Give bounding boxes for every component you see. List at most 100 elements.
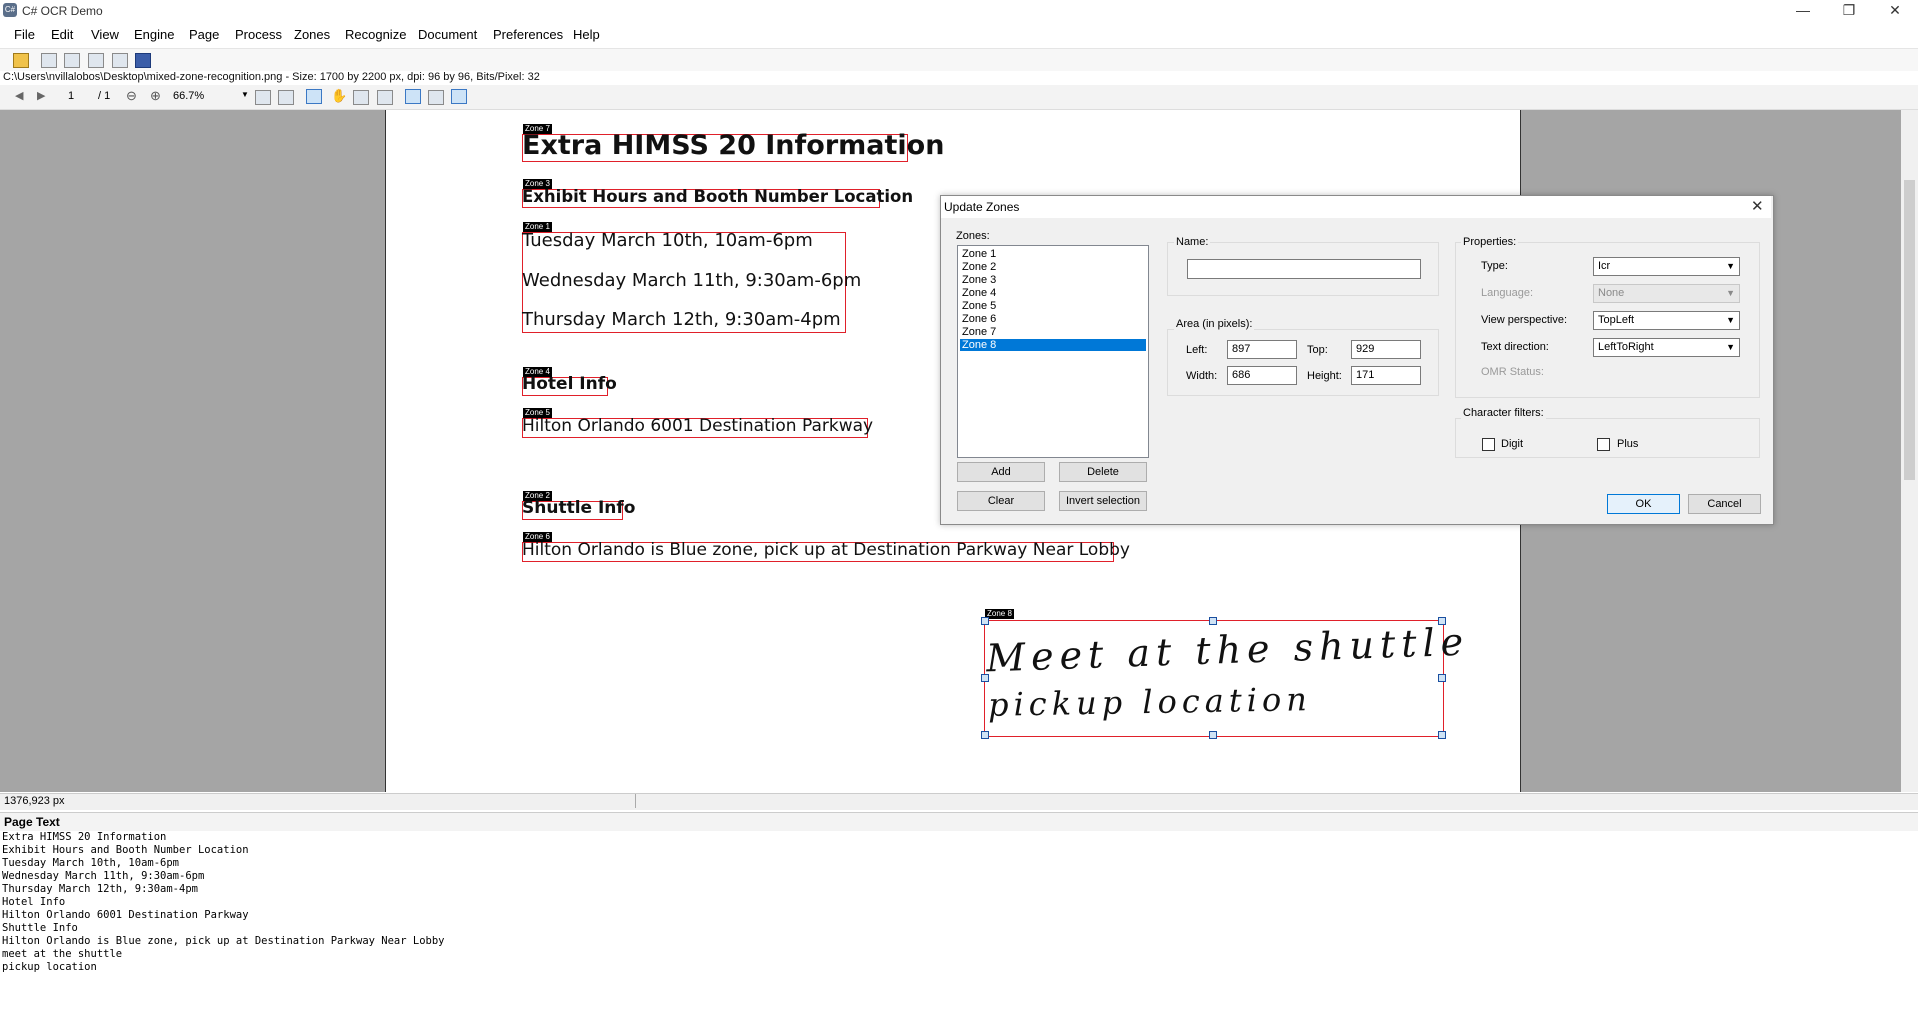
dialog-title: Update Zones <box>944 200 1020 214</box>
menu-document[interactable]: Document <box>418 27 477 42</box>
text-direction-select[interactable]: LeftToRight ▼ <box>1593 338 1740 357</box>
zone-list-item[interactable]: Zone 7 <box>960 326 1146 338</box>
language-select: None ▼ <box>1593 284 1740 303</box>
text-panel-icon[interactable] <box>451 89 467 104</box>
zone-label: Zone 8 <box>985 609 1014 619</box>
character-filters-label: Character filters: <box>1461 407 1546 419</box>
resize-handle[interactable] <box>1209 617 1217 625</box>
page-icon[interactable] <box>41 53 57 68</box>
close-button[interactable]: ✕ <box>1872 0 1918 22</box>
text-line: Hotel Info <box>2 896 66 908</box>
plus-label: Plus <box>1617 438 1639 450</box>
zone-list-item-selected[interactable]: Zone 8 <box>960 339 1146 351</box>
scrollbar-thumb[interactable] <box>1904 180 1915 480</box>
name-label: Name: <box>1174 236 1211 248</box>
status-divider <box>635 794 636 808</box>
zoom-level[interactable]: 66.7% <box>173 90 204 102</box>
save-icon[interactable] <box>135 53 151 68</box>
add-zone-button[interactable]: Add <box>957 462 1045 482</box>
left-input[interactable]: 897 <box>1227 340 1297 359</box>
text-line: pickup location <box>2 961 97 973</box>
maximize-button[interactable]: ❐ <box>1826 0 1872 22</box>
zone-list-item[interactable]: Zone 1 <box>960 248 1146 260</box>
zone-list-item[interactable]: Zone 2 <box>960 261 1146 273</box>
menu-view[interactable]: View <box>91 27 119 42</box>
width-label: Width: <box>1186 370 1218 382</box>
text-line: Thursday March 12th, 9:30am-4pm <box>2 883 198 895</box>
select-pointer-icon[interactable] <box>306 89 322 104</box>
zoom-in-icon[interactable]: ⊕ <box>150 88 161 104</box>
zones-toggle-icon[interactable] <box>405 89 421 104</box>
view-perspective-label: View perspective: <box>1481 314 1568 326</box>
ok-button[interactable]: OK <box>1607 494 1680 514</box>
delete-zone-button[interactable]: Delete <box>1059 462 1147 482</box>
language-value: None <box>1598 287 1625 299</box>
fit-page-icon[interactable] <box>278 90 294 105</box>
resize-handle[interactable] <box>1438 674 1446 682</box>
dialog-close-icon[interactable]: ✕ <box>1751 197 1764 215</box>
menu-engine[interactable]: Engine <box>134 27 174 42</box>
page-text-header <box>0 812 1918 831</box>
pan-hand-icon[interactable]: ✋ <box>331 88 347 104</box>
magnifier-icon[interactable] <box>353 90 369 105</box>
text-line: Wednesday March 11th, 9:30am-6pm <box>2 870 205 882</box>
view-perspective-select[interactable]: TopLeft ▼ <box>1593 311 1740 330</box>
fit-width-icon[interactable] <box>255 90 271 105</box>
omr-status-label: OMR Status: <box>1481 366 1544 378</box>
duplicate-icon[interactable] <box>112 53 128 68</box>
open-folder-icon[interactable] <box>13 53 29 68</box>
resize-handle[interactable] <box>1438 617 1446 625</box>
copy-icon[interactable] <box>88 53 104 68</box>
zoom-out-icon[interactable]: ⊖ <box>126 88 137 104</box>
menu-page[interactable]: Page <box>189 27 219 42</box>
text-line: Tuesday March 10th, 10am-6pm <box>2 857 180 869</box>
zone-name-input[interactable] <box>1187 259 1421 279</box>
menu-zones[interactable]: Zones <box>294 27 330 42</box>
menu-edit[interactable]: Edit <box>51 27 73 42</box>
next-page-icon[interactable]: ▶ <box>37 89 45 102</box>
prev-page-icon[interactable]: ◀ <box>15 89 23 102</box>
app-icon: C# <box>3 3 17 17</box>
handwritten-line: pickup location <box>987 680 1313 724</box>
layout-icon[interactable] <box>428 90 444 105</box>
zoom-dropdown-icon[interactable]: ▼ <box>241 90 249 99</box>
clear-button[interactable]: Clear <box>957 491 1045 511</box>
invert-selection-button[interactable]: Invert selection <box>1059 491 1147 511</box>
cursor-coordinates: 1376,923 px <box>4 795 65 807</box>
text-direction-value: LeftToRight <box>1598 341 1654 353</box>
resize-handle[interactable] <box>981 617 989 625</box>
top-input[interactable]: 929 <box>1351 340 1421 359</box>
zones-label: Zones: <box>956 230 990 242</box>
resize-handle[interactable] <box>981 731 989 739</box>
text-line: Exhibit Hours and Booth Number Location <box>2 844 249 856</box>
resize-handle[interactable] <box>981 674 989 682</box>
edit-zone-icon[interactable] <box>377 90 393 105</box>
zone-list-item[interactable]: Zone 4 <box>960 287 1146 299</box>
plus-checkbox[interactable] <box>1597 438 1610 451</box>
menu-recognize[interactable]: Recognize <box>345 27 406 42</box>
type-select[interactable]: Icr ▼ <box>1593 257 1740 276</box>
menu-preferences[interactable]: Preferences <box>493 27 563 42</box>
properties-label: Properties: <box>1461 236 1519 248</box>
menu-file[interactable]: File <box>14 27 35 42</box>
zone-list-item[interactable]: Zone 5 <box>960 300 1146 312</box>
page-text-content[interactable]: Extra HIMSS 20 Information Exhibit Hours… <box>2 831 445 974</box>
height-input[interactable]: 171 <box>1351 366 1421 385</box>
zone-list-item[interactable]: Zone 6 <box>960 313 1146 325</box>
page-number[interactable]: 1 <box>68 90 74 102</box>
menu-process[interactable]: Process <box>235 27 282 42</box>
digit-checkbox[interactable] <box>1482 438 1495 451</box>
pages-icon[interactable] <box>64 53 80 68</box>
minimize-button[interactable]: — <box>1780 0 1826 22</box>
zones-listbox[interactable]: Zone 1 Zone 2 Zone 3 Zone 4 Zone 5 Zone … <box>957 245 1149 458</box>
resize-handle[interactable] <box>1209 731 1217 739</box>
type-label: Type: <box>1481 260 1508 272</box>
menu-help[interactable]: Help <box>573 27 600 42</box>
cancel-button[interactable]: Cancel <box>1688 494 1761 514</box>
chevron-down-icon: ▼ <box>1726 261 1735 271</box>
width-input[interactable]: 686 <box>1227 366 1297 385</box>
zone-list-item[interactable]: Zone 3 <box>960 274 1146 286</box>
status-bar <box>0 793 1918 810</box>
dialog-title-bar <box>941 196 1771 218</box>
resize-handle[interactable] <box>1438 731 1446 739</box>
